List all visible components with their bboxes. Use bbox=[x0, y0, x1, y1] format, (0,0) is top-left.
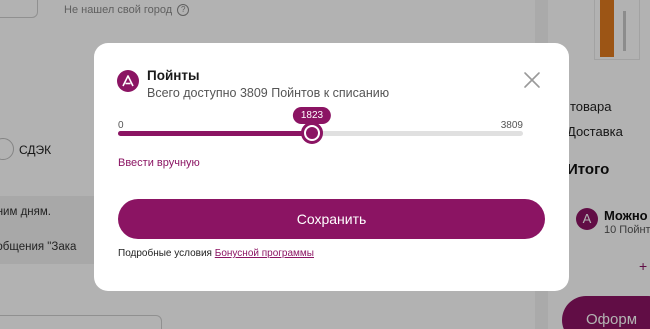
slider-thumb[interactable] bbox=[301, 122, 323, 144]
save-button[interactable]: Сохранить bbox=[118, 199, 545, 239]
program-terms: Подробные условия Бонусной программы bbox=[118, 248, 314, 259]
close-icon[interactable] bbox=[523, 71, 541, 89]
modal-title: Пойнты bbox=[147, 68, 200, 83]
manual-entry-link[interactable]: Ввести вручную bbox=[118, 157, 200, 169]
slider-min-label: 0 bbox=[118, 120, 124, 131]
points-slider[interactable]: 1823 0 3809 bbox=[118, 107, 523, 157]
terms-prefix: Подробные условия bbox=[118, 248, 212, 259]
bonus-program-link[interactable]: Бонусной программы bbox=[215, 248, 314, 259]
slider-track-fill bbox=[118, 131, 312, 136]
points-modal: Пойнты Всего доступно 3809 Пойнтов к спи… bbox=[94, 43, 569, 291]
brand-a-icon bbox=[117, 70, 139, 92]
modal-subtitle: Всего доступно 3809 Пойнтов к списанию bbox=[147, 86, 390, 100]
slider-max-label: 3809 bbox=[500, 120, 523, 131]
